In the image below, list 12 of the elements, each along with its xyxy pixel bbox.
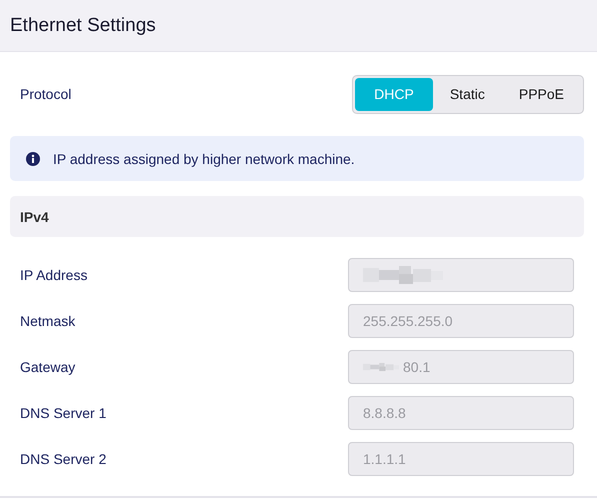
field-label: DNS Server 2 — [20, 451, 106, 467]
notice-text: IP address assigned by higher network machine. — [53, 150, 355, 166]
field-label: IP Address — [20, 267, 88, 283]
field-label: Gateway — [20, 359, 76, 375]
section-title: IPv4 — [20, 208, 49, 224]
protocol-option[interactable]: Static — [432, 78, 502, 110]
field-label: Netmask — [20, 313, 76, 329]
field-label: DNS Server 1 — [20, 405, 106, 421]
protocol-option[interactable]: DHCP — [355, 78, 433, 110]
page-title: Ethernet Settings — [10, 14, 156, 36]
field-label: Protocol — [20, 86, 72, 102]
protocol-option[interactable]: PPPoE — [502, 78, 581, 110]
